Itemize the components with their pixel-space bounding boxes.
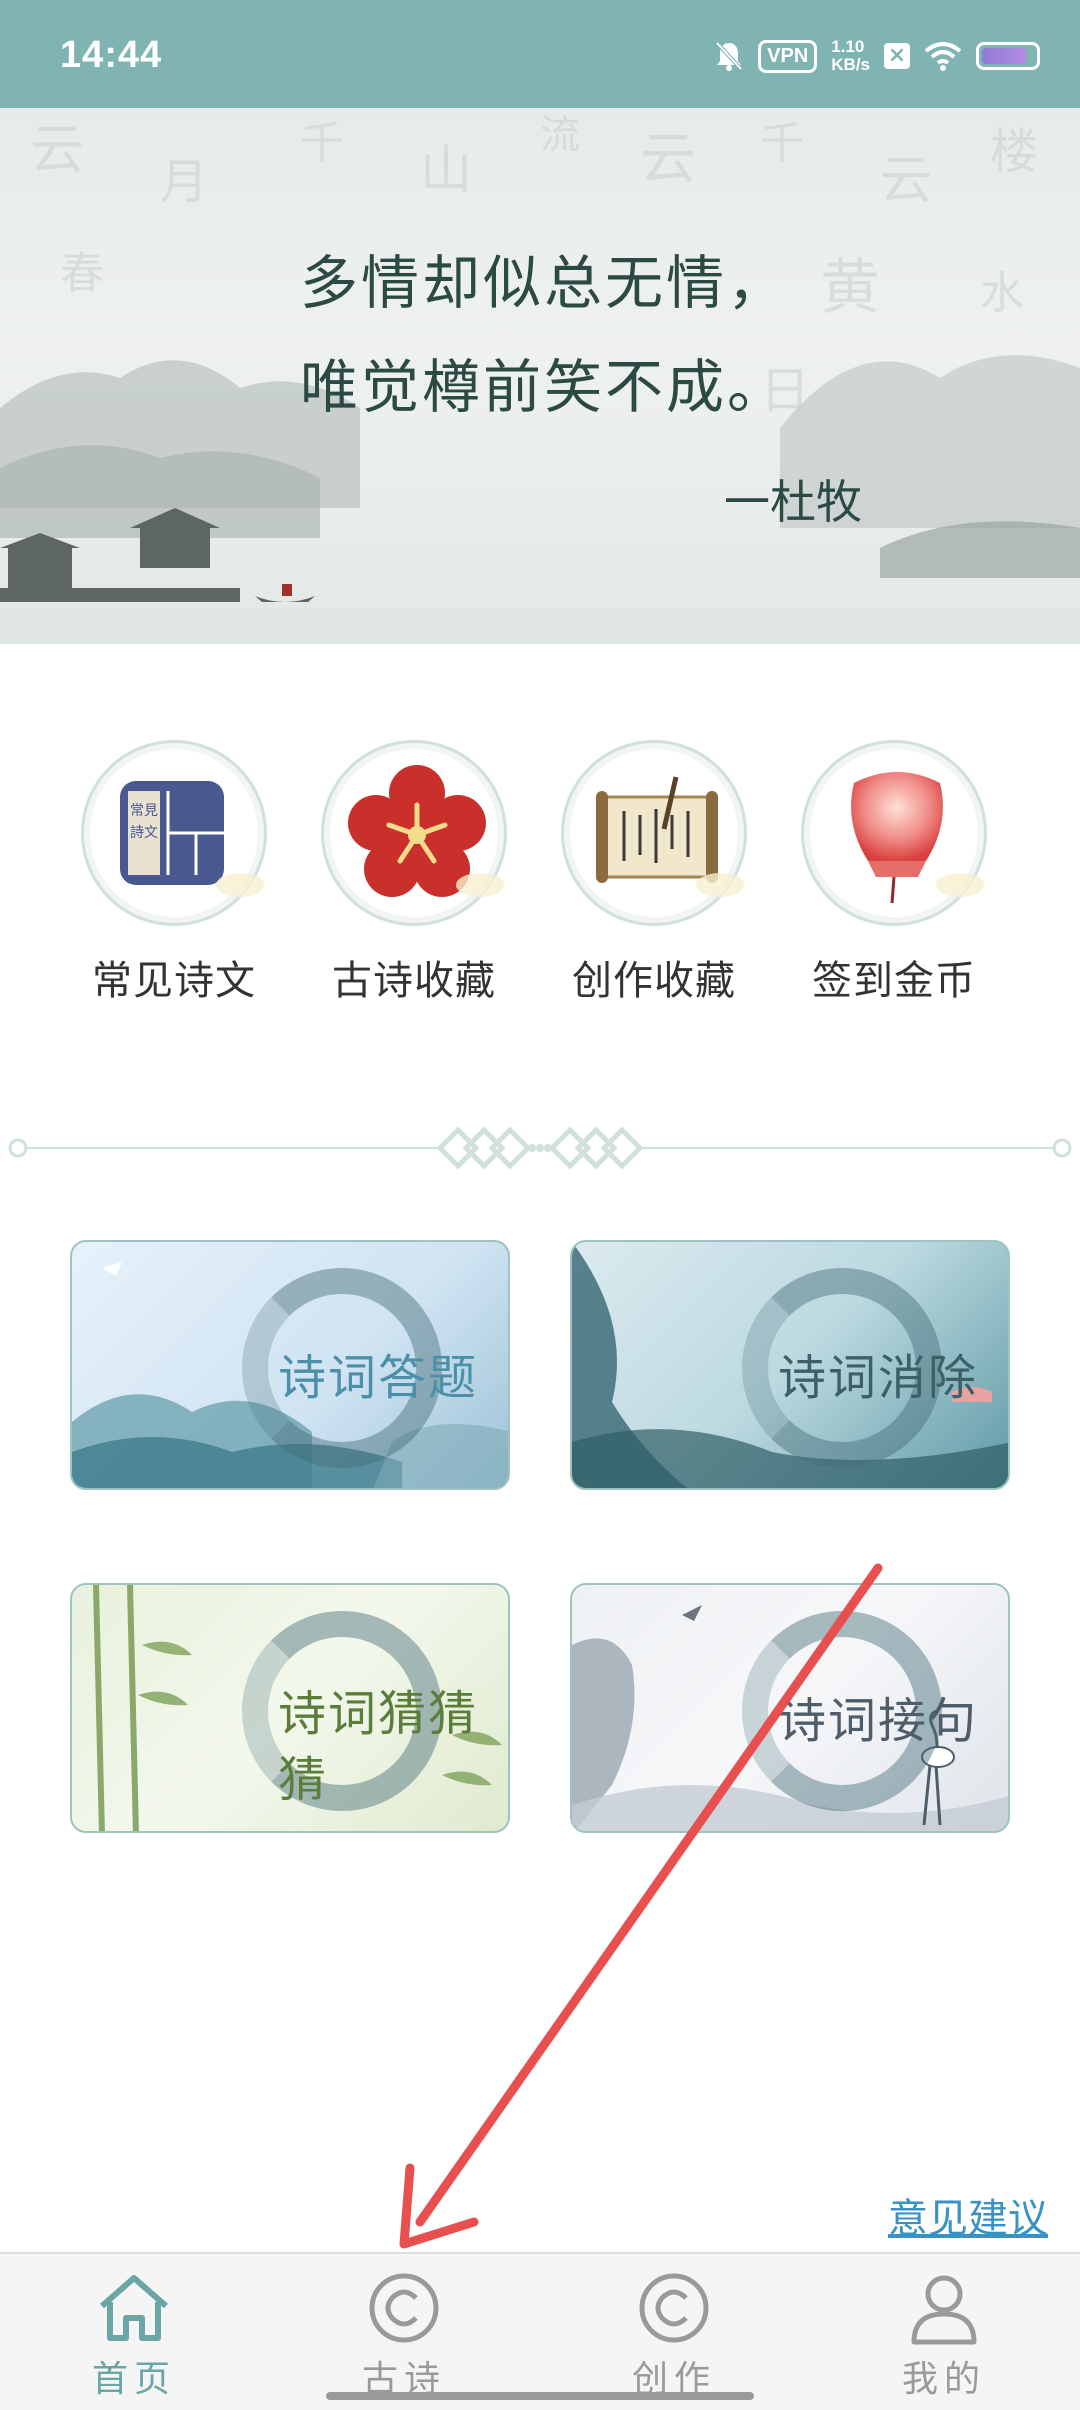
svg-text:云: 云: [880, 151, 932, 211]
quick-item-common-poems[interactable]: 常見 詩文 常见诗文: [74, 740, 274, 1006]
svg-text:常見: 常見: [130, 803, 158, 819]
scroll-icon: [561, 740, 747, 926]
card-title: 诗词消除: [778, 1350, 979, 1406]
poem-banner[interactable]: 云 月 千 山 流 云 千 云 楼 春 黄 水 日 多情却似总无情， 唯觉樽前笑…: [0, 108, 1080, 644]
card-poem-elimination[interactable]: 诗词消除: [570, 1240, 1010, 1490]
nav-tab-ancient-poems[interactable]: 古诗: [304, 2266, 504, 2402]
quick-item-label: 创作收藏: [572, 958, 736, 1004]
battery-icon: [976, 42, 1040, 70]
status-bar: 14:44 VPN 1.10 KB/s ×: [0, 0, 1080, 108]
svg-text:楼: 楼: [990, 124, 1038, 180]
poem-author: 一杜牧: [724, 475, 862, 529]
network-speed: 1.10 KB/s: [831, 38, 870, 74]
quick-item-label: 签到金币: [812, 958, 976, 1004]
feedback-link[interactable]: 意见建议: [888, 2186, 1048, 2244]
bottom-nav: 首页 古诗 创作 我的: [0, 2252, 1080, 2410]
svg-text:黄: 黄: [820, 253, 880, 323]
quick-item-label: 古诗收藏: [332, 958, 496, 1004]
book-icon: 常見 詩文: [81, 740, 267, 926]
svg-text:千: 千: [760, 118, 804, 169]
card-title: 诗词答题: [278, 1350, 479, 1406]
nav-tab-create[interactable]: 创作: [574, 2266, 774, 2402]
nav-label: 我的: [901, 2359, 986, 2400]
svg-text:流: 流: [540, 112, 580, 158]
ornament-divider: [8, 1126, 1072, 1170]
card-title: 诗词接句: [778, 1693, 979, 1749]
card-poem-continue[interactable]: 诗词接句: [570, 1583, 1010, 1833]
quick-item-checkin-coins[interactable]: 签到金币: [794, 740, 994, 1006]
lantern-icon: [801, 740, 987, 926]
nav-label: 首页: [91, 2359, 176, 2400]
gesture-home-indicator[interactable]: [326, 2392, 754, 2400]
svg-text:云: 云: [30, 118, 84, 181]
card-poem-guess[interactable]: 诗词猜猜猜: [70, 1583, 510, 1833]
svg-text:云: 云: [640, 127, 696, 192]
bell-muted-icon: [715, 41, 743, 71]
user-icon: [844, 2266, 1044, 2350]
svg-text:詩文: 詩文: [130, 825, 158, 841]
svg-text:千: 千: [300, 118, 344, 169]
quick-item-label: 常见诗文: [92, 958, 256, 1004]
poem-line-1: 多情却似总无情，: [300, 249, 789, 317]
svg-text:水: 水: [980, 268, 1024, 319]
status-icons: VPN 1.10 KB/s ×: [714, 38, 1040, 74]
quick-item-creation-favorites[interactable]: 创作收藏: [554, 740, 754, 1006]
wifi-icon: [924, 42, 962, 71]
nav-tab-mine[interactable]: 我的: [844, 2266, 1044, 2402]
quick-menu: 常見 詩文 常见诗文 古诗收藏 创作收藏 签到金币: [0, 740, 1080, 1030]
nav-tab-home[interactable]: 首页: [34, 2266, 234, 2402]
plum-blossom-icon: [321, 740, 507, 926]
poem-line-2: 唯觉樽前笑不成。: [300, 353, 789, 421]
status-time: 14:44: [60, 34, 163, 76]
quick-item-poem-favorites[interactable]: 古诗收藏: [314, 740, 514, 1006]
network-speed-unit: KB/s: [831, 55, 870, 74]
home-icon: [34, 2266, 234, 2350]
vpn-badge: VPN: [758, 39, 818, 73]
copyright-circle-icon: [304, 2266, 504, 2350]
svg-text:山: 山: [420, 141, 472, 201]
svg-text:春: 春: [60, 248, 104, 299]
copyright-circle-icon: [574, 2266, 774, 2350]
card-poem-quiz[interactable]: 诗词答题: [70, 1240, 510, 1490]
network-speed-value: 1.10: [831, 37, 865, 56]
card-title: 诗词猜猜猜: [278, 1686, 479, 1808]
close-notification-icon: ×: [884, 43, 910, 69]
svg-text:月: 月: [160, 154, 208, 210]
